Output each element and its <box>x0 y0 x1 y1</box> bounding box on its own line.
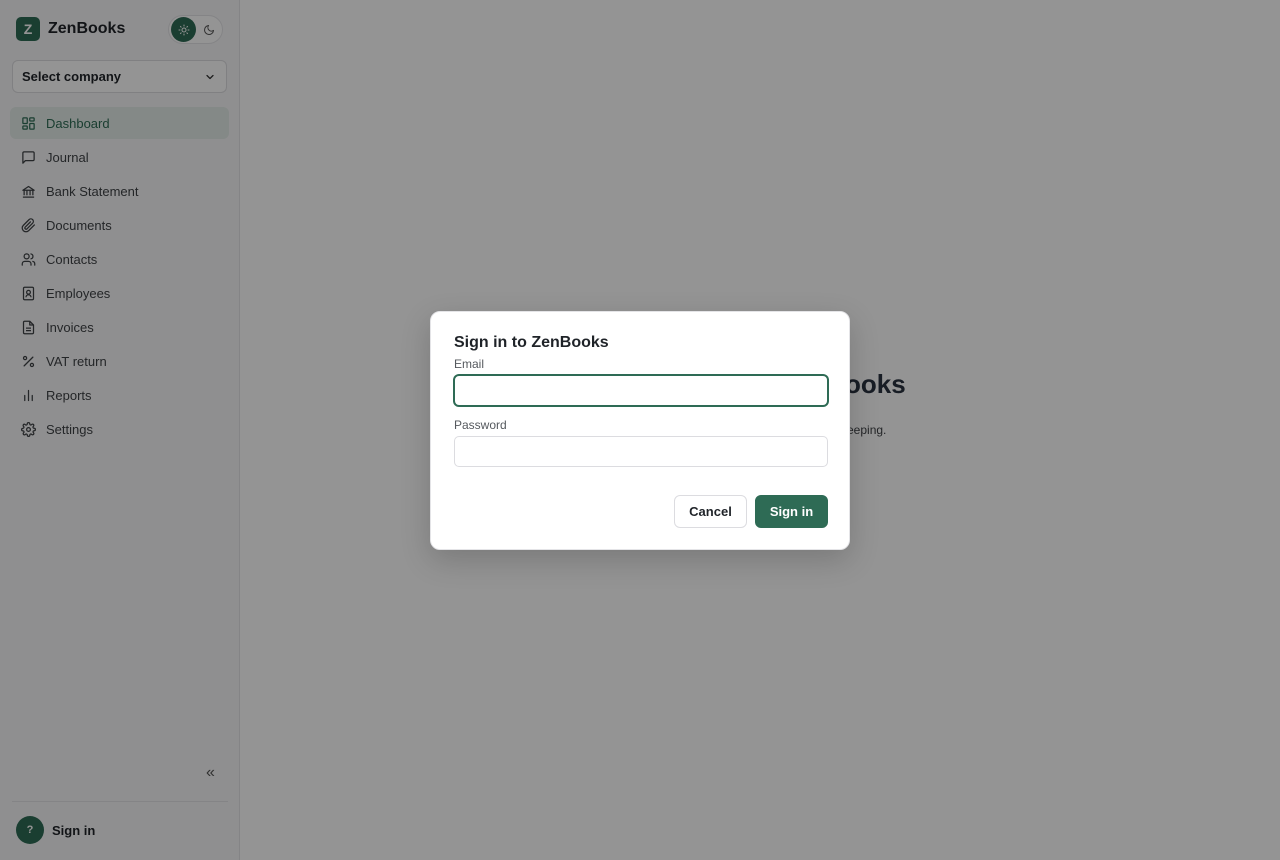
dialog-title: Sign in to ZenBooks <box>454 334 609 351</box>
cancel-button[interactable]: Cancel <box>674 495 747 528</box>
password-label: Password <box>454 418 507 432</box>
sign-in-submit-button[interactable]: Sign in <box>755 495 828 528</box>
email-label: Email <box>454 357 485 371</box>
password-field[interactable] <box>454 436 828 467</box>
sign-in-dialog: Sign in to ZenBooks Email Password Cance… <box>430 311 850 550</box>
email-field[interactable] <box>454 375 828 406</box>
